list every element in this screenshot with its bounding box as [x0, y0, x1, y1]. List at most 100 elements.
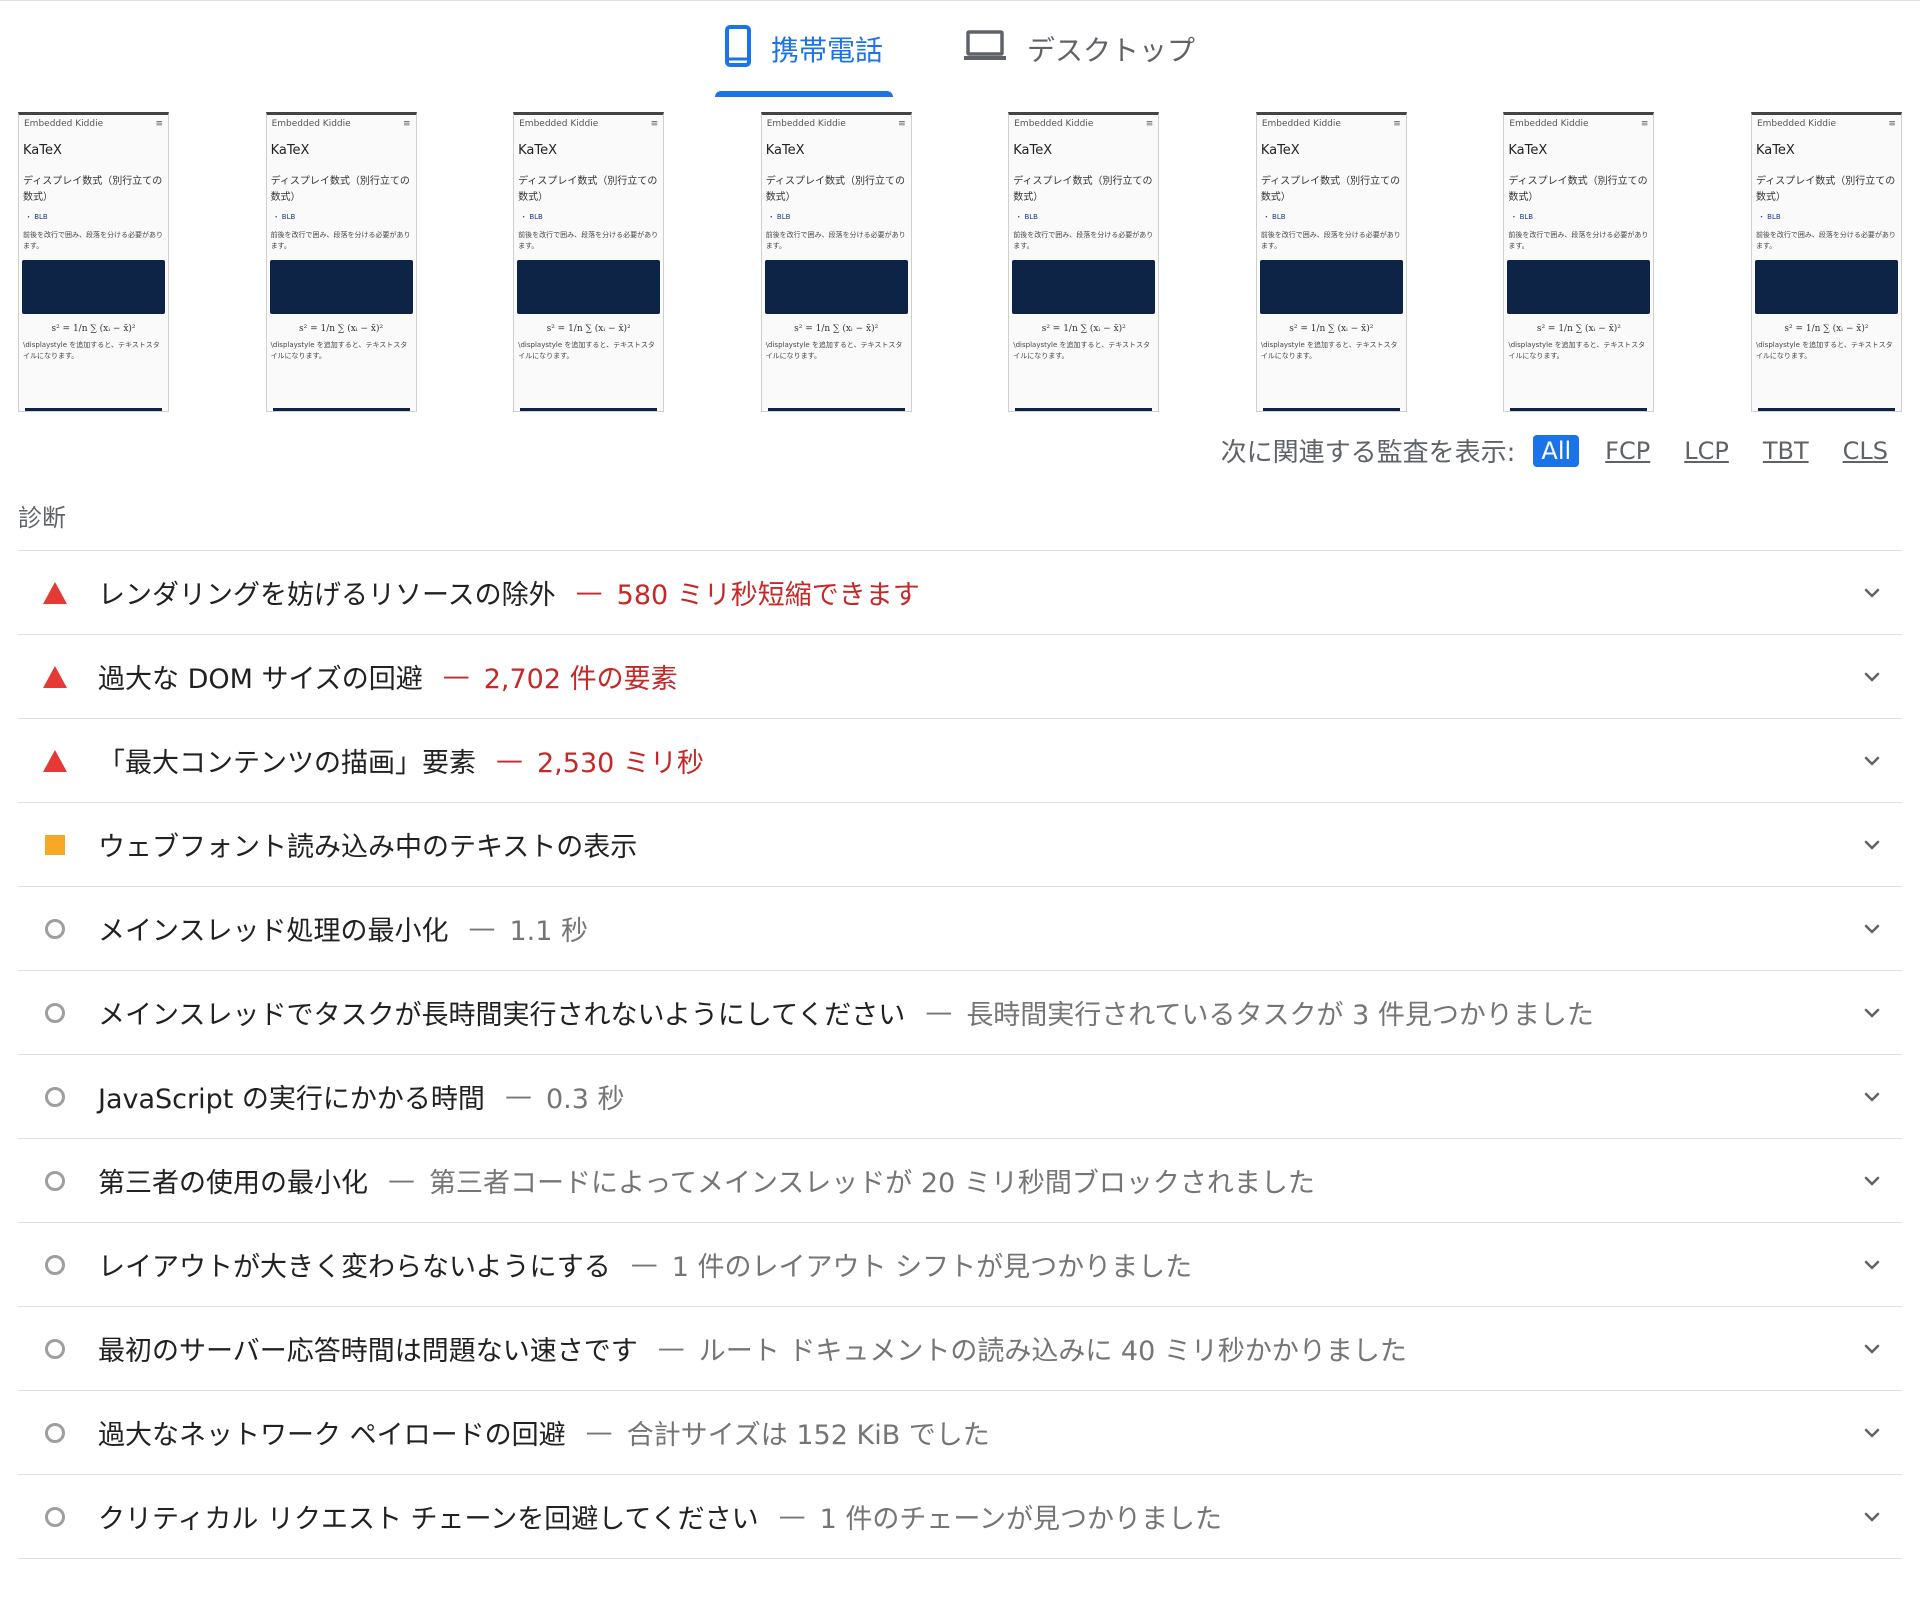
- audit-separator: —: [585, 1417, 613, 1448]
- frame-bullet: ・ BLB: [25, 213, 48, 221]
- frame-header: Embedded Kiddie ≡: [19, 115, 168, 133]
- filmstrip-frame: Embedded Kiddie ≡ KaTeX ディスプレイ数式（別行立ての数式） ・ …: [760, 112, 912, 412]
- audit-row[interactable]: クリティカル リクエスト チェーンを回避してください — 1 件のチェーンが見つかり…: [18, 1475, 1902, 1559]
- audit-separator: —: [925, 997, 953, 1028]
- frame-code-block: [517, 260, 661, 314]
- audit-row[interactable]: レンダリングを妨げるリソースの除外 — 580 ミリ秒短縮できます: [18, 551, 1902, 635]
- frame-bullet: ・ BLB: [767, 213, 791, 221]
- audit-separator: —: [778, 1501, 806, 1532]
- frame-header: Embedded Kiddie ≡: [267, 115, 416, 133]
- audit-title: メインスレッド処理の最小化: [98, 916, 449, 947]
- audit-row[interactable]: 最初のサーバー応答時間は問題ない速さです — ルート ドキュメントの読み込みに 40…: [18, 1307, 1902, 1391]
- fail-triangle-icon: [43, 665, 67, 688]
- audit-separator: —: [657, 1333, 685, 1364]
- audit-separator: —: [630, 1249, 658, 1280]
- filmstrip: Embedded Kiddie ≡ KaTeX ディスプレイ数式（別行立ての数式） ・ …: [18, 112, 1902, 418]
- audit-row[interactable]: JavaScript の実行にかかる時間 — 0.3 秒: [18, 1055, 1902, 1139]
- audit-detail: 第三者コードによってメインスレッドが 20 ミリ秒間ブロックされました: [429, 1168, 1315, 1199]
- filmstrip-frame: Embedded Kiddie ≡ KaTeX ディスプレイ数式（別行立ての数式） ・ …: [1008, 112, 1160, 412]
- frame-body: 前後を改行で囲み、段落を分ける必要があります。: [1755, 231, 1896, 250]
- average-square-icon: [45, 834, 65, 855]
- frame-header: Embedded Kiddie ≡: [514, 115, 663, 133]
- frame-bullet: ・ BLB: [272, 213, 296, 221]
- audit-title: 「最大コンテンツの描画」要素: [98, 748, 476, 779]
- audit-separator: —: [504, 1081, 532, 1112]
- audit-row[interactable]: 第三者の使用の最小化 — 第三者コードによってメインスレッドが 20 ミリ秒間ブロッ…: [18, 1139, 1902, 1223]
- frame-title: KaTeX: [1013, 143, 1053, 158]
- info-circle-icon: [45, 1422, 65, 1443]
- audit-title: JavaScript の実行にかかる時間: [98, 1084, 485, 1115]
- audit-row[interactable]: 「最大コンテンツの描画」要素 — 2,530 ミリ秒: [18, 719, 1902, 803]
- frame-heading: ディスプレイ数式（別行立ての数式）: [1260, 176, 1401, 203]
- frame-title: KaTeX: [518, 143, 558, 158]
- frame-title: KaTeX: [1260, 143, 1300, 158]
- frame-formula: s² = 1/n ∑ (xᵢ − x̄)²: [1041, 324, 1126, 334]
- info-circle-icon: [45, 918, 65, 939]
- audit-row[interactable]: レイアウトが大きく変わらないようにする — 1 件のレイアウト シフトが見つかりまし…: [18, 1223, 1902, 1307]
- active-tab-indicator: [714, 91, 893, 97]
- frame-footnote: \displaystyle を追加すると、テキストスタイルになります。: [23, 341, 160, 360]
- menu-icon: ≡: [898, 119, 906, 129]
- tab-mobile[interactable]: 携帯電話: [714, 1, 893, 97]
- frame-body: 前後を改行で囲み、段落を分ける必要があります。: [23, 231, 163, 250]
- audit-row[interactable]: メインスレッド処理の最小化 — 1.1 秒: [18, 887, 1902, 971]
- chevron-down-icon[interactable]: [1860, 749, 1884, 773]
- audit-detail: 1.1 秒: [509, 916, 588, 947]
- chevron-down-icon[interactable]: [1860, 1001, 1884, 1025]
- frame-heading: ディスプレイ数式（別行立ての数式）: [1013, 176, 1153, 203]
- audit-status-icon: [42, 580, 68, 606]
- audit-detail: 1 件のレイアウト シフトが見つかりました: [671, 1252, 1193, 1283]
- audit-separator: —: [496, 745, 523, 776]
- frame-header: Embedded Kiddie ≡: [1752, 115, 1901, 133]
- chevron-down-icon[interactable]: [1860, 1085, 1884, 1109]
- chevron-down-icon[interactable]: [1860, 1169, 1884, 1193]
- frame-header: Embedded Kiddie ≡: [1257, 115, 1406, 133]
- fail-triangle-icon: [43, 581, 67, 604]
- audit-row[interactable]: ウェブフォント読み込み中のテキストの表示: [18, 803, 1902, 887]
- frame-bullet: ・ BLB: [520, 213, 543, 221]
- chevron-down-icon[interactable]: [1860, 833, 1884, 857]
- audit-row[interactable]: 過大なネットワーク ペイロードの回避 — 合計サイズは 152 KiB でした: [18, 1391, 1902, 1475]
- chevron-down-icon[interactable]: [1860, 1505, 1884, 1529]
- frame-site-name: Embedded Kiddie: [271, 119, 351, 129]
- frame-code-block: [269, 260, 413, 314]
- audit-separator: —: [575, 577, 603, 608]
- filter-chip-tbt[interactable]: TBT: [1755, 435, 1817, 467]
- chevron-down-icon[interactable]: [1860, 665, 1884, 689]
- menu-icon: ≡: [1640, 119, 1649, 129]
- filter-chip-all[interactable]: All: [1533, 434, 1580, 467]
- chevron-down-icon[interactable]: [1860, 917, 1884, 941]
- filter-chip-cls[interactable]: CLS: [1835, 435, 1896, 467]
- audit-detail: 長時間実行されているタスクが 3 件見つかりました: [966, 1000, 1594, 1031]
- frame-footnote: \displaystyle を追加すると、テキストスタイルになります。: [1260, 341, 1398, 360]
- frame-bottom-bar: [1262, 408, 1400, 411]
- frame-footnote: \displaystyle を追加すると、テキストスタイルになります。: [765, 341, 903, 360]
- phone-icon: [724, 24, 751, 74]
- filter-chip-lcp[interactable]: LCP: [1676, 435, 1737, 467]
- audit-row[interactable]: 過大な DOM サイズの回避 — 2,702 件の要素: [18, 635, 1902, 719]
- filmstrip-frame: Embedded Kiddie ≡ KaTeX ディスプレイ数式（別行立ての数式） ・ …: [1503, 112, 1655, 412]
- audit-detail: 0.3 秒: [545, 1084, 625, 1115]
- chevron-down-icon[interactable]: [1860, 581, 1884, 605]
- frame-code-block: [1259, 260, 1403, 314]
- menu-icon: ≡: [650, 119, 659, 129]
- tab-desktop[interactable]: デスクトップ: [953, 1, 1205, 97]
- frame-title: KaTeX: [1508, 143, 1548, 158]
- frame-code-block: [1507, 260, 1651, 314]
- audit-status-icon: [42, 1168, 68, 1194]
- chevron-down-icon[interactable]: [1860, 1253, 1884, 1277]
- frame-title: KaTeX: [765, 143, 805, 158]
- info-circle-icon: [45, 1338, 65, 1359]
- chevron-down-icon[interactable]: [1860, 1337, 1884, 1361]
- laptop-icon: [963, 29, 1007, 69]
- audit-row[interactable]: メインスレッドでタスクが長時間実行されないようにしてください — 長時間実行されてい…: [18, 971, 1902, 1055]
- audit-title: レンダリングを妨げるリソースの除外: [98, 580, 556, 611]
- frame-site-name: Embedded Kiddie: [1756, 119, 1837, 129]
- menu-icon: ≡: [155, 119, 163, 129]
- audit-status-icon: [42, 916, 68, 942]
- filter-chip-fcp[interactable]: FCP: [1597, 435, 1658, 467]
- chevron-down-icon[interactable]: [1860, 1421, 1884, 1445]
- frame-formula: s² = 1/n ∑ (xᵢ − x̄)²: [1289, 324, 1374, 334]
- frame-heading: ディスプレイ数式（別行立ての数式）: [765, 176, 905, 203]
- frame-formula: s² = 1/n ∑ (xᵢ − x̄)²: [299, 324, 384, 334]
